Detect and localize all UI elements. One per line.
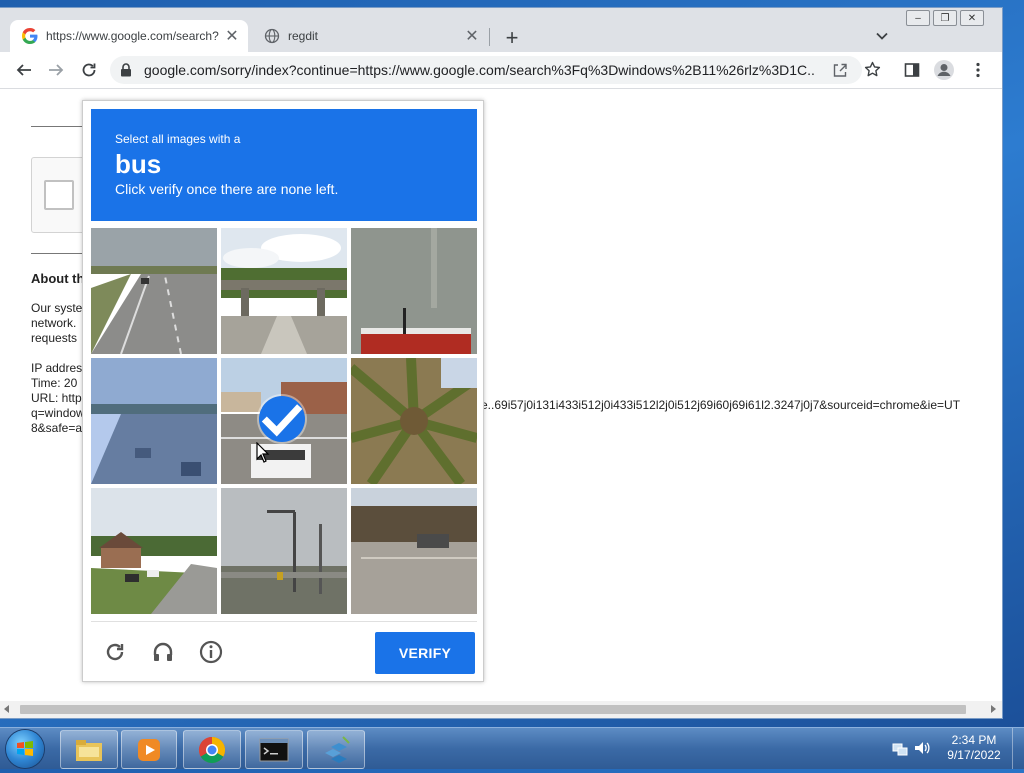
google-g-icon [22, 28, 38, 44]
windows-taskbar: 2:34 PM 9/17/2022 [0, 727, 1024, 769]
image-grid [91, 228, 477, 614]
tab-strip: https://www.google.com/search? ✕ regdit … [0, 8, 1002, 52]
browser-toolbar: google.com/sorry/index?continue=https://… [0, 52, 1002, 89]
horizontal-scrollbar[interactable] [0, 701, 1002, 718]
minimize-button[interactable]: – [906, 10, 930, 26]
close-tab-icon[interactable]: ✕ [222, 26, 242, 46]
taskbar-explorer-button[interactable] [60, 730, 118, 769]
cmd-icon [259, 738, 289, 761]
globe-icon [264, 28, 280, 44]
tab-separator [489, 28, 490, 46]
show-desktop-button[interactable] [1012, 728, 1024, 769]
taskbar-network-button[interactable] [307, 730, 365, 769]
scroll-right-icon[interactable] [991, 705, 996, 713]
back-arrow-icon[interactable] [12, 58, 36, 82]
loading-overlay [91, 358, 217, 484]
reload-icon[interactable] [77, 58, 101, 82]
pavement-image [351, 228, 477, 354]
challenge-header: Select all images with a bus Click verif… [91, 109, 477, 221]
chrome-icon [198, 736, 226, 763]
headphones-icon[interactable] [149, 638, 177, 666]
challenge-footer: VERIFY [91, 621, 477, 682]
info-line: Time: 20 [31, 376, 78, 390]
image-tile[interactable] [91, 488, 217, 614]
url-tail-text: e..69i57j0i131i433i512j0i433i512l2j0i512… [481, 398, 961, 412]
tab-title: https://www.google.com/search? [46, 29, 219, 43]
body-line: requests [31, 331, 78, 345]
close-window-button[interactable]: ✕ [960, 10, 984, 26]
recaptcha-checkbox[interactable] [44, 180, 74, 210]
instruction-line-2: Click verify once there are none left. [115, 181, 339, 197]
info-line: IP addres [31, 361, 83, 375]
image-tile-selected[interactable] [221, 358, 347, 484]
volume-icon[interactable] [914, 740, 930, 756]
tab-search-chevron-icon[interactable] [872, 26, 892, 46]
start-button[interactable] [6, 730, 44, 768]
bookmark-star-icon[interactable] [864, 61, 881, 83]
network-icon [325, 735, 350, 763]
palm-image [351, 358, 477, 484]
taskbar-cmd-button[interactable] [245, 730, 303, 769]
restore-button[interactable]: ❐ [933, 10, 957, 26]
image-tile[interactable] [91, 228, 217, 354]
info-line: URL: http [31, 391, 82, 405]
lock-icon[interactable] [120, 63, 132, 82]
image-tile[interactable] [91, 358, 217, 484]
info-icon[interactable] [197, 638, 225, 666]
overpass-image [221, 228, 347, 354]
body-line: Our syste [31, 301, 83, 315]
new-tab-button[interactable]: + [500, 25, 524, 50]
selected-check-icon [259, 396, 305, 442]
tab-google-search[interactable]: https://www.google.com/search? ✕ [10, 20, 248, 52]
tab-regdit[interactable]: regdit ✕ [252, 20, 488, 52]
explorer-icon [76, 739, 102, 761]
highway-image [91, 228, 217, 354]
taskbar-chrome-button[interactable] [183, 730, 241, 769]
kebab-menu-icon[interactable] [966, 58, 990, 82]
address-bar[interactable]: google.com/sorry/index?continue=https://… [110, 56, 881, 84]
info-line: q=window [31, 406, 85, 420]
clock-time: 2:34 PM [951, 733, 997, 747]
body-line: network. [31, 316, 77, 330]
clock-date: 9/17/2022 [947, 748, 1001, 762]
verify-button[interactable]: VERIFY [375, 632, 475, 674]
reload-icon[interactable] [101, 638, 129, 666]
recaptcha-challenge: Select all images with a bus Click verif… [82, 100, 484, 682]
streetlight-image [221, 488, 347, 614]
close-tab-icon[interactable]: ✕ [462, 26, 482, 46]
houses-image [91, 488, 217, 614]
image-tile[interactable] [221, 488, 347, 614]
forward-arrow-icon[interactable] [44, 58, 68, 82]
image-tile[interactable] [351, 228, 477, 354]
network-tray-icon[interactable] [892, 740, 908, 756]
address-url[interactable]: google.com/sorry/index?continue=https://… [144, 62, 816, 78]
mouse-cursor-icon [256, 441, 270, 464]
about-heading: About th [31, 271, 85, 286]
windows-logo-icon [17, 741, 33, 756]
window-controls: – ❐ ✕ [906, 10, 987, 26]
tab-title: regdit [288, 29, 319, 43]
share-icon[interactable] [832, 62, 848, 83]
image-tile[interactable] [351, 358, 477, 484]
parking-image [351, 488, 477, 614]
system-clock[interactable]: 2:34 PM 9/17/2022 [940, 733, 1008, 763]
media-player-icon [138, 738, 160, 761]
info-line: 8&safe=a [31, 421, 83, 435]
profile-avatar-icon[interactable] [932, 58, 956, 82]
side-panel-icon[interactable] [900, 58, 924, 82]
challenge-target: bus [115, 149, 162, 179]
taskbar-media-player-button[interactable] [121, 730, 177, 769]
scroll-left-icon[interactable] [4, 705, 9, 713]
image-tile[interactable] [221, 228, 347, 354]
scrollbar-thumb[interactable] [20, 705, 966, 714]
image-tile[interactable] [351, 488, 477, 614]
instruction-line-1: Select all images with a [115, 132, 241, 146]
